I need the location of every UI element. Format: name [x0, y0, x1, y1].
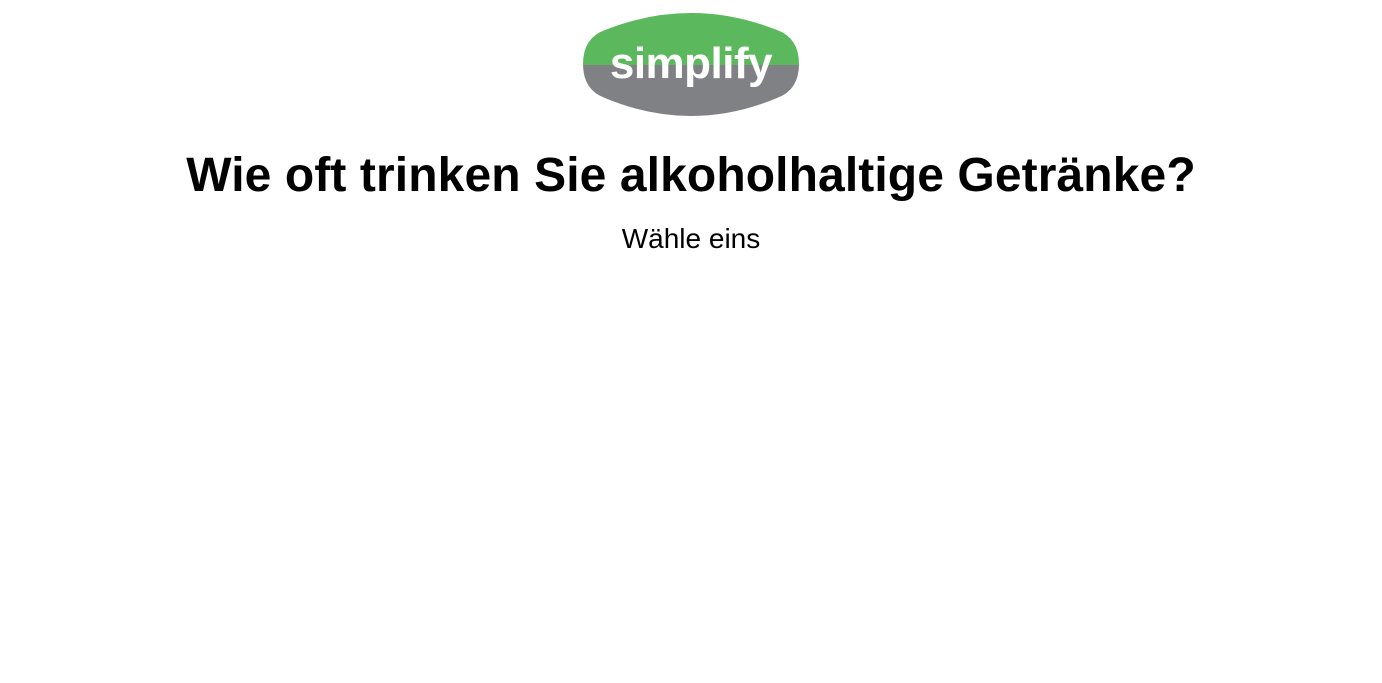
- logo-wordmark: simplify: [610, 39, 773, 88]
- simplify-logo: simplify: [583, 13, 799, 116]
- survey-page: simplify Wie oft trinken Sie alkoholhalt…: [0, 0, 1382, 683]
- answer-options-area: [0, 270, 1382, 670]
- question-title: Wie oft trinken Sie alkoholhaltige Geträ…: [186, 149, 1196, 202]
- question-instruction: Wähle eins: [621, 223, 761, 254]
